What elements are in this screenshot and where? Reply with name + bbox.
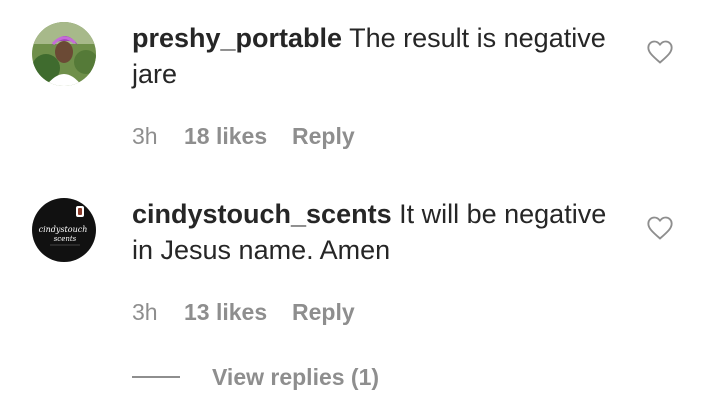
comment-likes[interactable]: 18 likes [184, 123, 292, 150]
comment-meta: 3h 18 likes Reply [132, 123, 355, 150]
view-replies-button[interactable]: View replies (1) [132, 362, 379, 392]
reply-button[interactable]: Reply [292, 299, 355, 326]
comment-time: 3h [132, 299, 158, 325]
heart-icon[interactable] [646, 38, 674, 66]
comment-likes[interactable]: 13 likes [184, 299, 292, 326]
avatar[interactable]: cindystouch scents [32, 198, 96, 262]
svg-text:scents: scents [54, 235, 77, 243]
heart-icon[interactable] [646, 214, 674, 242]
svg-text:cindystouch: cindystouch [39, 225, 88, 234]
avatar-photo [32, 22, 96, 86]
view-replies-label[interactable]: View replies (1) [212, 364, 379, 391]
comment-username[interactable]: cindystouch_scents [132, 199, 392, 229]
comment-meta: 3h 13 likes Reply [132, 299, 355, 326]
comment-time: 3h [132, 123, 158, 149]
comment-text: preshy_portable The result is negative j… [132, 20, 632, 92]
comment-text: cindystouch_scents It will be negative i… [132, 196, 632, 268]
reply-button[interactable]: Reply [292, 123, 355, 150]
comment-username[interactable]: preshy_portable [132, 23, 342, 53]
view-replies-divider [132, 376, 180, 378]
brand-logo: cindystouch scents [32, 198, 96, 262]
avatar[interactable] [32, 22, 96, 86]
